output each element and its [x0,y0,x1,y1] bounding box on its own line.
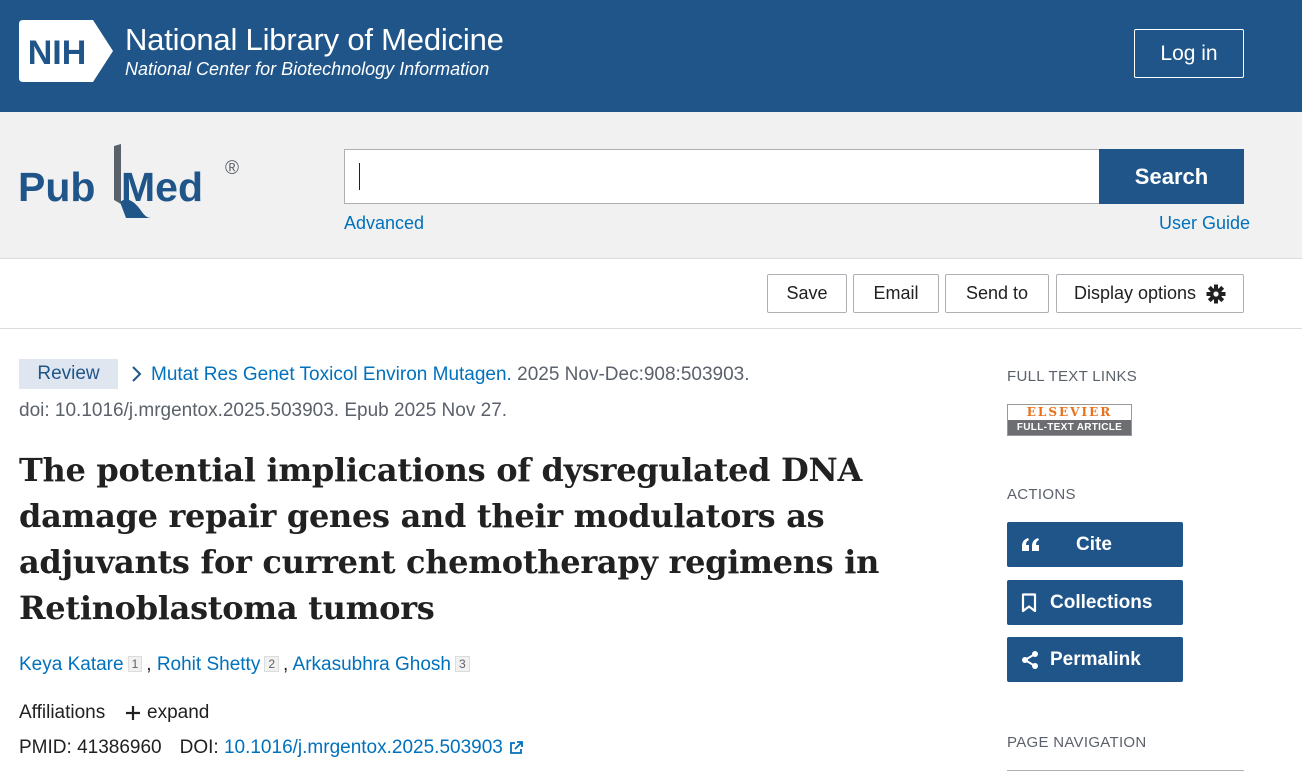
user-guide-link[interactable]: User Guide [1159,213,1250,234]
affiliation-marker[interactable]: 2 [264,656,280,672]
registered-mark: ® [225,158,239,179]
pubmed-logo-med: Med [121,164,203,210]
elsevier-full-text-label: FULL-TEXT ARTICLE [1016,422,1123,433]
elsevier-logo-text: ELSEVIER [1008,405,1131,420]
search-input[interactable] [344,149,1100,204]
page-navigation-heading: PAGE NAVIGATION [1007,734,1147,751]
gear-icon [1206,284,1226,303]
permalink-label: Permalink [1050,648,1141,670]
expand-affiliations-button[interactable]: expand [125,702,209,724]
author-link[interactable]: Keya Katare [19,654,124,675]
elsevier-full-text-link[interactable]: ELSEVIER FULL-TEXT ARTICLE [1007,404,1132,436]
external-link-icon[interactable] [508,740,524,756]
nih-banner: NIH National Library of Medicine Nationa… [0,0,1302,112]
pmid-value: 41386960 [77,737,162,758]
collections-label: Collections [1050,591,1153,613]
doi-epub-line: doi: 10.1016/j.mrgentox.2025.503903. Epu… [19,400,508,421]
toolbar-divider [0,328,1302,329]
advanced-search-link[interactable]: Advanced [344,213,424,234]
cite-button[interactable]: Cite [1007,522,1183,567]
share-icon [1022,650,1038,669]
send-to-button[interactable]: Send to [945,274,1049,313]
article-title: The potential implications of dysregulat… [19,451,880,627]
display-options-label: Display options [1073,283,1197,303]
display-options-button[interactable]: Display options [1056,274,1244,313]
pubmed-logo-pub: Pub [18,164,95,210]
doi-link[interactable]: 10.1016/j.mrgentox.2025.503903 [224,737,503,759]
expand-label: expand [147,702,210,723]
article-type-badge: Review [19,359,118,389]
journal-link[interactable]: Mutat Res Genet Toxicol Environ Mutagen. [151,364,512,385]
collections-button[interactable]: Collections [1007,580,1183,625]
citation-line: Mutat Res Genet Toxicol Environ Mutagen.… [151,364,750,386]
save-button[interactable]: Save [767,274,847,313]
bookmark-icon [1021,592,1037,612]
affiliation-marker[interactable]: 1 [127,656,143,672]
nih-logo[interactable]: NIH [19,20,116,82]
chevron-right-icon[interactable] [131,365,143,383]
plus-icon [126,706,140,720]
nih-subtitle[interactable]: National Center for Biotechnology Inform… [125,59,489,80]
affiliations-label: Affiliations [19,702,106,723]
actions-heading: ACTIONS [1007,486,1076,503]
email-button[interactable]: Email [853,274,939,313]
quote-icon [1022,537,1039,551]
login-button[interactable]: Log in [1134,29,1244,78]
pubmed-logo[interactable]: Pub Med ® [18,142,248,222]
permalink-button[interactable]: Permalink [1007,637,1183,682]
affiliation-marker[interactable]: 3 [454,656,470,672]
nih-logo-text: NIH [28,34,87,72]
authors-list: Keya Katare 1, Rohit Shetty 2, Arkasubhra … [19,654,474,676]
citation-details: 2025 Nov-Dec:908:503903. [511,364,750,385]
search-button[interactable]: Search [1099,149,1244,204]
article-identifiers: PMID: 41386960 DOI: 10.1016/j.mrgentox.2… [19,737,524,759]
author-link[interactable]: Rohit Shetty [157,654,261,675]
nih-title[interactable]: National Library of Medicine [125,22,504,58]
text-caret [359,163,360,190]
full-text-links-heading: FULL TEXT LINKS [1007,368,1138,385]
doi-label: DOI: [179,737,219,758]
author-link[interactable]: Arkasubhra Ghosh [293,654,451,675]
pmid-label: PMID: [19,737,72,758]
cite-label: Cite [1076,533,1112,555]
